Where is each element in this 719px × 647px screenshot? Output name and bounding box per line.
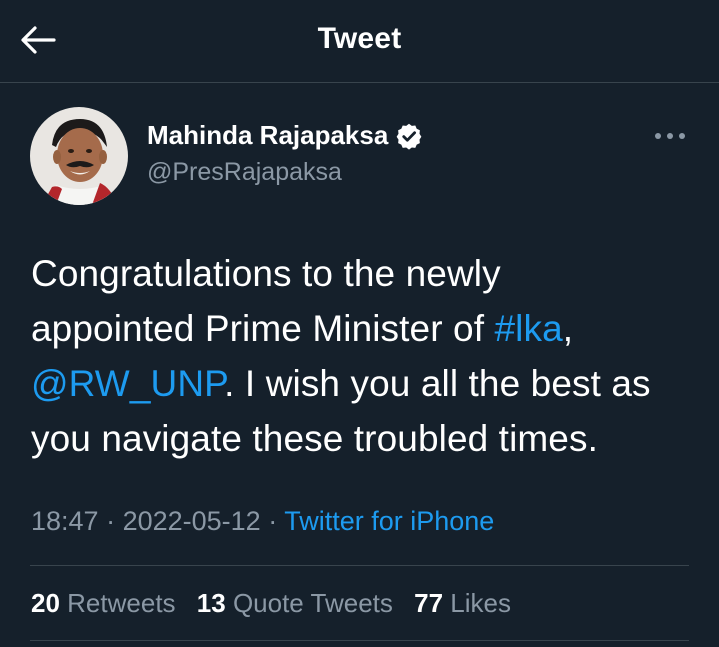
tweet-line-1: Congratulations to the newly: [31, 253, 501, 294]
mention-link[interactable]: @RW_UNP: [31, 363, 224, 404]
tweet-date: 2022-05-12: [122, 506, 261, 536]
likes-label: Likes: [450, 588, 511, 618]
tweet-text-segment: . I wish you all the best as: [224, 363, 651, 404]
quote-tweets-label: Quote Tweets: [232, 588, 393, 618]
meta-separator: ·: [98, 506, 123, 536]
meta-separator: ·: [260, 506, 285, 536]
profile-photo: [30, 107, 128, 205]
divider: [30, 565, 689, 566]
tweet-line-2: appointed Prime Minister of #lka,: [31, 301, 701, 356]
tweet-line-3: @RW_UNP. I wish you all the best as: [31, 356, 701, 411]
top-bar: Tweet: [0, 0, 719, 83]
likes-count: 77: [414, 588, 444, 618]
tweet-body: Congratulations to the newly appointed P…: [31, 246, 701, 466]
more-options-button[interactable]: [648, 123, 692, 149]
tweet-stats: 20 Retweets 13 Quote Tweets 77 Likes: [31, 588, 525, 619]
retweets-stat[interactable]: 20 Retweets: [31, 588, 176, 619]
quote-tweets-stat[interactable]: 13 Quote Tweets: [197, 588, 393, 619]
author-name-row[interactable]: Mahinda Rajapaksa: [147, 120, 423, 151]
tweet-time: 18:47: [31, 506, 99, 536]
retweets-label: Retweets: [67, 588, 176, 618]
verified-badge-icon: [395, 122, 423, 150]
likes-stat[interactable]: 77 Likes: [414, 588, 511, 619]
tweet-meta: 18:47 · 2022-05-12 · Twitter for iPhone: [31, 506, 494, 537]
display-name: Mahinda Rajapaksa: [147, 120, 389, 150]
hashtag-link[interactable]: #lka: [494, 308, 562, 349]
author-handle[interactable]: @PresRajapaksa: [147, 158, 342, 187]
avatar[interactable]: [30, 107, 128, 205]
retweets-count: 20: [31, 588, 60, 618]
tweet-detail-screen: Tweet Mahinda Rajapaksa @PresRajapaksa C…: [0, 0, 719, 647]
page-title: Tweet: [317, 22, 402, 55]
more-horizontal-icon: [655, 133, 685, 139]
tweet-text-segment: appointed Prime Minister of: [31, 308, 495, 349]
tweet-text-segment: ,: [562, 308, 574, 349]
tweet-line-4: you navigate these troubled times.: [31, 418, 598, 459]
divider: [30, 640, 689, 641]
tweet-source-link[interactable]: Twitter for iPhone: [284, 506, 494, 536]
quote-tweets-count: 13: [196, 588, 226, 618]
